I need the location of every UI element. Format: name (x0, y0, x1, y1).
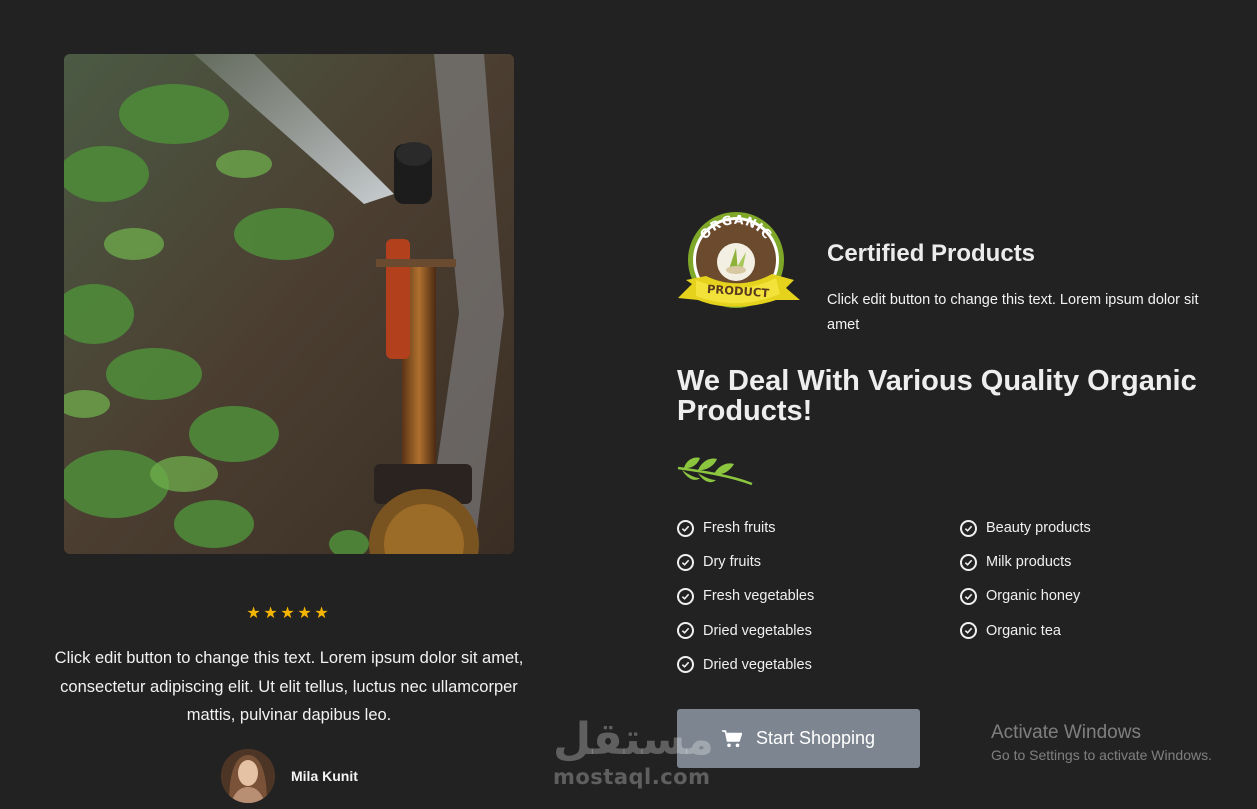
sprinkler-photo (64, 54, 514, 554)
author-name: Mila Kunit (291, 768, 358, 784)
check-circle-icon (677, 519, 694, 537)
list-item: Milk products (960, 545, 1091, 579)
check-circle-icon (960, 553, 977, 571)
leaf-divider-icon (676, 452, 754, 486)
product-list-right: Beauty products Milk products Organic ho… (960, 511, 1091, 648)
list-item-label: Dry fruits (703, 554, 761, 571)
activate-windows-title: Activate Windows (991, 722, 1141, 743)
list-item: Organic honey (960, 579, 1091, 613)
feature-title: Certified Products (827, 240, 1036, 267)
list-item-label: Organic honey (986, 588, 1081, 605)
activate-windows-subtitle: Go to Settings to activate Windows. (991, 747, 1212, 763)
testimonial-text: Click edit button to change this text. L… (54, 649, 524, 724)
check-circle-icon (677, 553, 694, 571)
organic-product-badge: ORGANIC PRODUCT (676, 210, 802, 314)
hero-image (64, 54, 514, 554)
list-item: Dried vegetables (677, 648, 814, 682)
check-circle-icon (960, 587, 977, 605)
activate-windows-notice: Activate Windows Go to Settings to activ… (991, 721, 1212, 765)
list-item: Organic tea (960, 614, 1091, 648)
list-item: Fresh vegetables (677, 579, 814, 613)
start-shopping-button[interactable]: Start Shopping (677, 709, 920, 768)
list-item-label: Dried vegetables (703, 656, 812, 673)
star-icon: ★ (314, 605, 329, 622)
list-item-label: Fresh vegetables (703, 588, 815, 605)
list-item-label: Milk products (986, 554, 1072, 571)
list-item-label: Beauty products (986, 520, 1091, 537)
list-item-label: Dried vegetables (703, 622, 812, 639)
section-heading: We Deal With Various Quality Organic Pro… (677, 365, 1197, 427)
check-circle-icon (677, 622, 694, 640)
check-circle-icon (960, 622, 977, 640)
star-rating: ★ ★ ★ ★ ★ (246, 604, 332, 624)
cart-icon (721, 729, 742, 747)
list-item: Fresh fruits (677, 511, 814, 545)
feature-description: Click edit button to change this text. L… (827, 292, 1199, 333)
list-item: Dried vegetables (677, 614, 814, 648)
check-circle-icon (960, 519, 977, 537)
list-item: Dry fruits (677, 545, 814, 579)
start-shopping-label: Start Shopping (755, 728, 876, 748)
testimonial-author: Mila Kunit (221, 749, 358, 803)
avatar (221, 749, 275, 803)
list-item-label: Fresh fruits (703, 520, 776, 537)
star-icon: ★ (263, 605, 278, 622)
star-icon: ★ (297, 605, 312, 622)
product-list-left: Fresh fruits Dry fruits Fresh vegetables… (677, 511, 814, 682)
check-circle-icon (677, 587, 694, 605)
star-icon: ★ (246, 605, 261, 622)
check-circle-icon (677, 656, 694, 674)
list-item: Beauty products (960, 511, 1091, 545)
star-icon: ★ (280, 605, 295, 622)
list-item-label: Organic tea (986, 622, 1061, 639)
